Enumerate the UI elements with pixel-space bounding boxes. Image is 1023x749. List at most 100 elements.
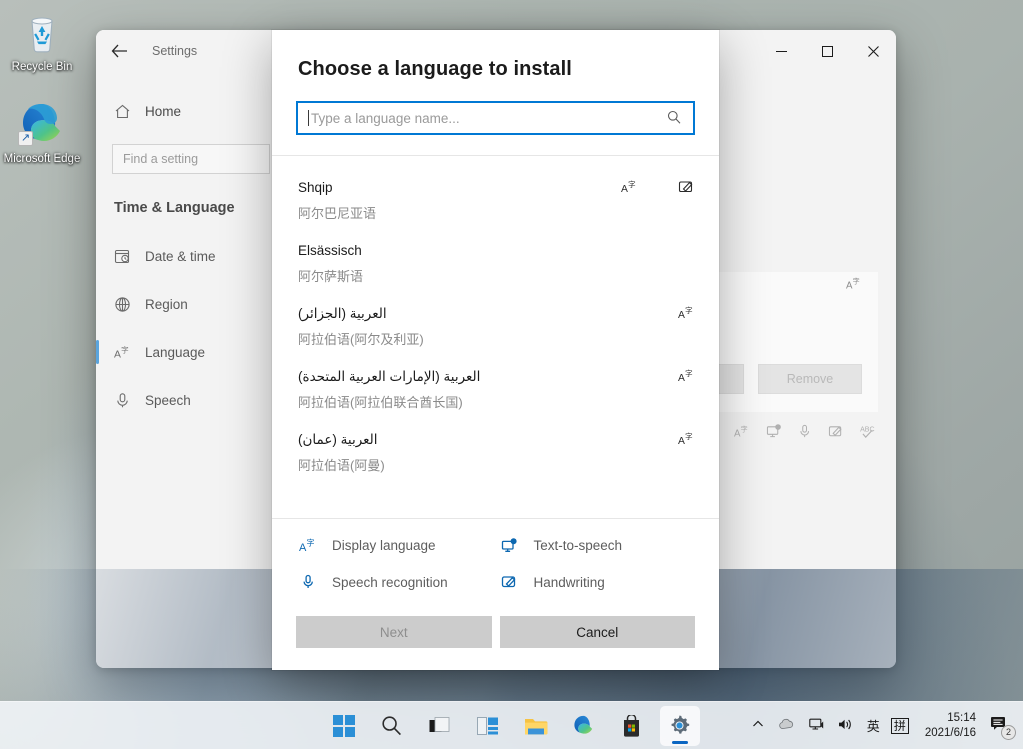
window-title: Settings bbox=[152, 44, 197, 58]
dialog-action-buttons: Next Cancel bbox=[272, 594, 719, 670]
sidebar-item-label: Speech bbox=[145, 393, 191, 408]
svg-text:字: 字 bbox=[853, 277, 860, 286]
find-a-setting-placeholder: Find a setting bbox=[123, 152, 198, 166]
desktop-icon-recycle-bin[interactable]: Recycle Bin bbox=[2, 8, 82, 74]
language-local-name: 阿拉伯语(阿尔及利亚) bbox=[298, 330, 693, 349]
remove-button[interactable]: Remove bbox=[758, 364, 862, 394]
next-button[interactable]: Next bbox=[296, 616, 492, 648]
microphone-icon bbox=[114, 392, 131, 409]
language-search-input[interactable] bbox=[309, 103, 655, 133]
list-item[interactable]: العربية (الجزائر) 阿拉伯语(阿尔及利亚) A 字 bbox=[272, 296, 719, 359]
file-explorer-button[interactable] bbox=[516, 706, 556, 746]
desktop-icon-label: Recycle Bin bbox=[12, 61, 73, 74]
list-item[interactable]: Shqip 阿尔巴尼亚语 A 字 bbox=[272, 170, 719, 233]
search-icon[interactable] bbox=[655, 110, 693, 127]
microsoft-store-button[interactable] bbox=[612, 706, 652, 746]
text-to-speech-icon bbox=[500, 538, 520, 554]
sidebar-home-label: Home bbox=[145, 104, 181, 119]
sidebar-item-language[interactable]: A 字 Language bbox=[96, 328, 286, 376]
list-item[interactable]: العربية (الإمارات العربية المتحدة) 阿拉伯语(… bbox=[272, 359, 719, 422]
ime-pinyin-indicator[interactable]: 拼 bbox=[891, 718, 909, 734]
home-icon bbox=[114, 103, 131, 120]
svg-text:A: A bbox=[621, 184, 628, 195]
svg-text:字: 字 bbox=[741, 425, 748, 434]
start-button[interactable] bbox=[324, 706, 364, 746]
handwriting-icon bbox=[678, 179, 695, 199]
search-button[interactable] bbox=[372, 706, 412, 746]
sidebar-item-home[interactable]: Home bbox=[96, 92, 286, 130]
svg-text:A: A bbox=[678, 436, 685, 447]
sidebar-section-title: Time & Language bbox=[114, 200, 286, 216]
language-feature-icons: A 字 ABC bbox=[734, 424, 878, 442]
sidebar-item-region[interactable]: Region bbox=[96, 280, 286, 328]
svg-text:A: A bbox=[114, 349, 121, 360]
back-button[interactable] bbox=[96, 30, 142, 72]
notification-count: 2 bbox=[1001, 725, 1016, 740]
svg-text:字: 字 bbox=[307, 538, 315, 548]
settings-button[interactable] bbox=[660, 706, 700, 746]
network-icon[interactable] bbox=[806, 714, 827, 738]
caption-buttons bbox=[758, 30, 896, 72]
sidebar-item-date-time[interactable]: Date & time bbox=[96, 232, 286, 280]
language-capability-icons: A 字 bbox=[678, 305, 695, 325]
desktop-icon-label: Microsoft Edge bbox=[4, 153, 81, 166]
cancel-button[interactable]: Cancel bbox=[500, 616, 696, 648]
display-language-icon: A 字 bbox=[298, 537, 318, 554]
language-local-name: 阿拉伯语(阿曼) bbox=[298, 456, 693, 475]
volume-icon[interactable] bbox=[835, 714, 856, 738]
language-local-name: 阿拉伯语(阿拉伯联合酋长国) bbox=[298, 393, 693, 412]
display-language-icon: A 字 bbox=[678, 431, 695, 451]
display-language-icon: A 字 bbox=[678, 368, 695, 388]
language-native-name: العربية (عمان) bbox=[298, 430, 693, 449]
speech-recognition-icon bbox=[798, 424, 812, 442]
sidebar: Home Find a setting Time & Language Date… bbox=[96, 72, 286, 668]
display-language-icon: A 字 bbox=[678, 305, 695, 325]
task-view-button[interactable] bbox=[420, 706, 460, 746]
taskbar: 英 拼 15:14 2021/6/16 2 bbox=[0, 701, 1023, 749]
list-item[interactable]: Elsässisch 阿尔萨斯语 bbox=[272, 233, 719, 296]
microsoft-edge-button[interactable] bbox=[564, 706, 604, 746]
maximize-button[interactable] bbox=[804, 30, 850, 72]
language-capability-icons: A 字 bbox=[678, 431, 695, 451]
legend-label: Text-to-speech bbox=[534, 538, 623, 553]
clock-time: 15:14 bbox=[925, 711, 976, 726]
legend-item-speech-recognition: Speech recognition bbox=[298, 574, 492, 590]
language-native-name: العربية (الجزائر) bbox=[298, 304, 693, 323]
sidebar-item-label: Region bbox=[145, 297, 188, 312]
language-native-name: العربية (الإمارات العربية المتحدة) bbox=[298, 367, 693, 386]
sidebar-item-speech[interactable]: Speech bbox=[96, 376, 286, 424]
minimize-button[interactable] bbox=[758, 30, 804, 72]
recycle-bin-icon bbox=[18, 8, 66, 56]
capability-legend: A 字 Display language Text-to-speech Spee… bbox=[272, 519, 719, 594]
sidebar-nav-list: Date & time Region A 字 bbox=[96, 232, 286, 424]
taskbar-clock[interactable]: 15:14 2021/6/16 bbox=[917, 711, 982, 741]
display-language-icon: A 字 bbox=[846, 276, 862, 294]
ime-mode-indicator[interactable]: 英 bbox=[864, 712, 883, 739]
onedrive-icon[interactable] bbox=[775, 714, 798, 737]
shortcut-arrow-icon: ↗ bbox=[18, 131, 33, 146]
dialog-title: Choose a language to install bbox=[272, 30, 719, 81]
language-local-name: 阿尔巴尼亚语 bbox=[298, 204, 693, 223]
handwriting-icon bbox=[828, 424, 844, 442]
list-item[interactable]: العربية (عمان) 阿拉伯语(阿曼) A 字 bbox=[272, 422, 719, 485]
speech-recognition-icon bbox=[298, 574, 318, 590]
handwriting-icon bbox=[500, 574, 520, 590]
svg-text:字: 字 bbox=[628, 179, 636, 189]
widgets-button[interactable] bbox=[468, 706, 508, 746]
legend-label: Speech recognition bbox=[332, 575, 448, 590]
desktop-icon-microsoft-edge[interactable]: ↗ Microsoft Edge bbox=[2, 100, 82, 166]
notification-center-button[interactable]: 2 bbox=[990, 715, 1015, 737]
display-language-icon: A 字 bbox=[734, 424, 750, 442]
display-language-icon: A 字 bbox=[621, 179, 638, 199]
close-button[interactable] bbox=[850, 30, 896, 72]
language-capability-icons: A 字 bbox=[678, 368, 695, 388]
chevron-up-icon[interactable] bbox=[749, 714, 767, 737]
legend-item-text-to-speech: Text-to-speech bbox=[500, 537, 694, 554]
text-to-speech-icon bbox=[766, 424, 782, 442]
language-search-box[interactable] bbox=[296, 101, 695, 135]
date-time-icon bbox=[114, 248, 131, 265]
svg-text:字: 字 bbox=[685, 431, 693, 441]
find-a-setting-input[interactable]: Find a setting bbox=[112, 144, 270, 174]
display-language-icon: A 字 bbox=[114, 344, 131, 361]
choose-language-dialog: Choose a language to install Shqip 阿尔巴尼亚… bbox=[272, 30, 719, 670]
